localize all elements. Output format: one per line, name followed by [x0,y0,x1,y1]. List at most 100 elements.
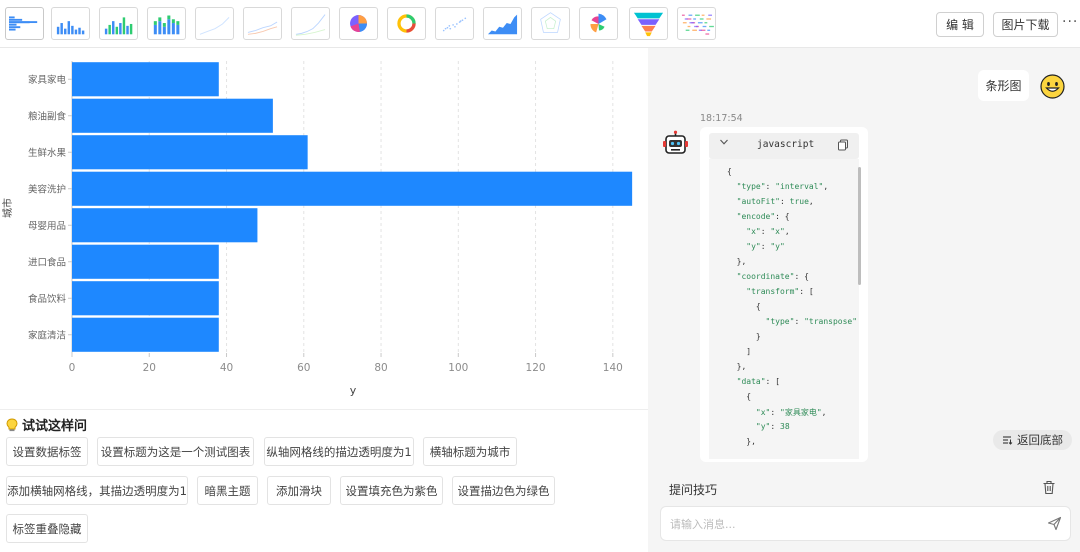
code-line: { [727,302,761,311]
suggestion-chip[interactable]: 横轴标题为城市 [423,437,517,466]
code-message-card: javascript { "type": "interval", "autoFi… [700,127,868,462]
message-input[interactable] [670,515,1030,533]
suggestion-chip[interactable]: 设置数据标签 [6,437,88,466]
code-line: ] [727,347,752,356]
suggestions-title-text: 试试这样问 [22,419,88,434]
line-multi-icon[interactable] [243,7,282,40]
message-input-box [660,506,1071,541]
code-line: }, [727,437,756,446]
code-line: "autoFit": true, [736,197,814,206]
area-icon[interactable] [483,7,522,40]
top-toolbar: 编 辑 图片下载 ··· [0,0,1080,48]
code-line: "x": "x", [746,227,790,236]
list-down-icon [1003,436,1013,445]
code-line: } [727,332,761,341]
y-tick-label: 家具家电 [28,74,67,86]
code-line: "encode": { [736,212,790,221]
chart-panel: 0 20 40 60 80 100 120 140 家具家电粮油副食生鲜水果美容洗护母婴用品进口… [0,48,648,552]
x-tick-label: 40 [220,362,233,374]
code-block: { "type": "interval", "autoFit": true, "… [709,159,861,459]
x-tick-label: 100 [448,362,468,374]
code-line: { [727,392,752,401]
chat-panel: 条形图 18:17:54 javascript { "type": "inter… [648,48,1080,552]
y-tick-label: 生鲜水果 [28,147,67,159]
code-line: "type": "interval", [736,182,829,191]
y-axis-title: 城市 [1,198,14,218]
bar[interactable] [72,171,633,206]
bar[interactable] [72,62,219,97]
x-axis-title: y [350,384,357,397]
radar-icon[interactable] [531,7,570,40]
code-line: "y": "y" [746,242,785,251]
code-line: { [727,167,732,176]
x-tick-label: 140 [603,362,623,374]
x-tick-label: 0 [69,362,76,374]
code-line: }, [727,257,747,266]
y-tick-label: 家庭清洁 [28,329,66,341]
code-line: "y": 38 [755,422,790,431]
column-grouped-icon[interactable] [99,7,138,40]
funnel-icon[interactable] [629,7,668,40]
suggestions-title: 试试这样问 [6,415,87,434]
suggestion-chip[interactable]: 标签重叠隐藏 [6,514,88,543]
send-icon[interactable] [1047,516,1062,531]
y-tick-label: 母婴用品 [28,221,66,232]
message-timestamp: 18:17:54 [700,113,743,124]
bar[interactable] [72,317,219,352]
y-tick-label: 食品饮料 [28,293,67,305]
code-line: "x": "家具家电", [755,408,827,417]
question-tips-link[interactable]: 提问技巧 [669,481,717,498]
y-tick-label: 粮油副食 [28,110,67,122]
suggestion-chip[interactable]: 设置描边色为绿色 [452,476,555,505]
edit-button[interactable]: 编 辑 [936,12,984,37]
more-icon[interactable]: ··· [1062,14,1078,30]
back-to-bottom-button[interactable]: 返回底部 [993,430,1072,450]
column-icon[interactable] [51,7,90,40]
suggestion-chip[interactable]: 添加滑块 [267,476,331,505]
code-line: "coordinate": { [736,272,809,281]
bar-horizontal-icon[interactable] [5,7,44,40]
bar[interactable] [72,98,273,133]
trash-icon[interactable] [1042,480,1056,495]
suggestion-chip[interactable]: 暗黑主题 [197,476,258,505]
copy-icon[interactable] [837,139,849,151]
line-icon[interactable] [195,7,234,40]
donut-icon[interactable] [387,7,426,40]
user-message-bubble: 条形图 [978,70,1029,101]
line-stepped-icon[interactable] [291,7,330,40]
lightbulb-icon [6,417,18,431]
bar[interactable] [72,244,219,279]
x-tick-label: 80 [374,362,387,374]
wordcloud-icon[interactable] [677,7,716,40]
y-tick-label: 进口食品 [28,256,66,268]
suggestion-chip[interactable]: 纵轴网格线的描边透明度为1 [264,437,414,466]
bar[interactable] [72,208,258,243]
pie-icon[interactable] [339,7,378,40]
rose-icon[interactable] [579,7,618,40]
suggestion-chip[interactable]: 添加横轴网格线，其描边透明度为1 [6,476,188,505]
code-line: "data": [ [736,377,780,386]
divider [0,409,648,410]
code-block-header: javascript [709,133,859,159]
suggestion-chip[interactable]: 设置标题为这是一个测试图表 [97,437,254,466]
x-tick-label: 60 [297,362,310,374]
bar-chart: 0 20 40 60 80 100 120 140 家具家电粮油副食生鲜水果美容洗护母婴用品进口… [1,61,633,397]
column-stacked-icon[interactable] [147,7,186,40]
code-line: }, [727,362,747,371]
y-tick-label: 美容洗护 [28,183,66,195]
user-message-text: 条形图 [985,79,1022,93]
bot-avatar-icon [663,130,688,154]
code-line: "type": "transpose" [765,317,858,326]
user-avatar-icon [1040,74,1065,99]
x-tick-label: 120 [526,362,546,374]
bar[interactable] [72,135,308,170]
download-image-button[interactable]: 图片下载 [993,12,1058,37]
back-to-bottom-label: 返回底部 [1017,433,1063,447]
x-tick-label: 20 [143,362,156,374]
code-line: "transform": [ [746,287,814,296]
code-scrollbar[interactable] [858,167,861,285]
chevron-down-icon[interactable] [719,137,729,150]
bar[interactable] [72,281,219,316]
scatter-icon[interactable] [435,7,474,40]
suggestion-chip[interactable]: 设置填充色为紫色 [340,476,443,505]
